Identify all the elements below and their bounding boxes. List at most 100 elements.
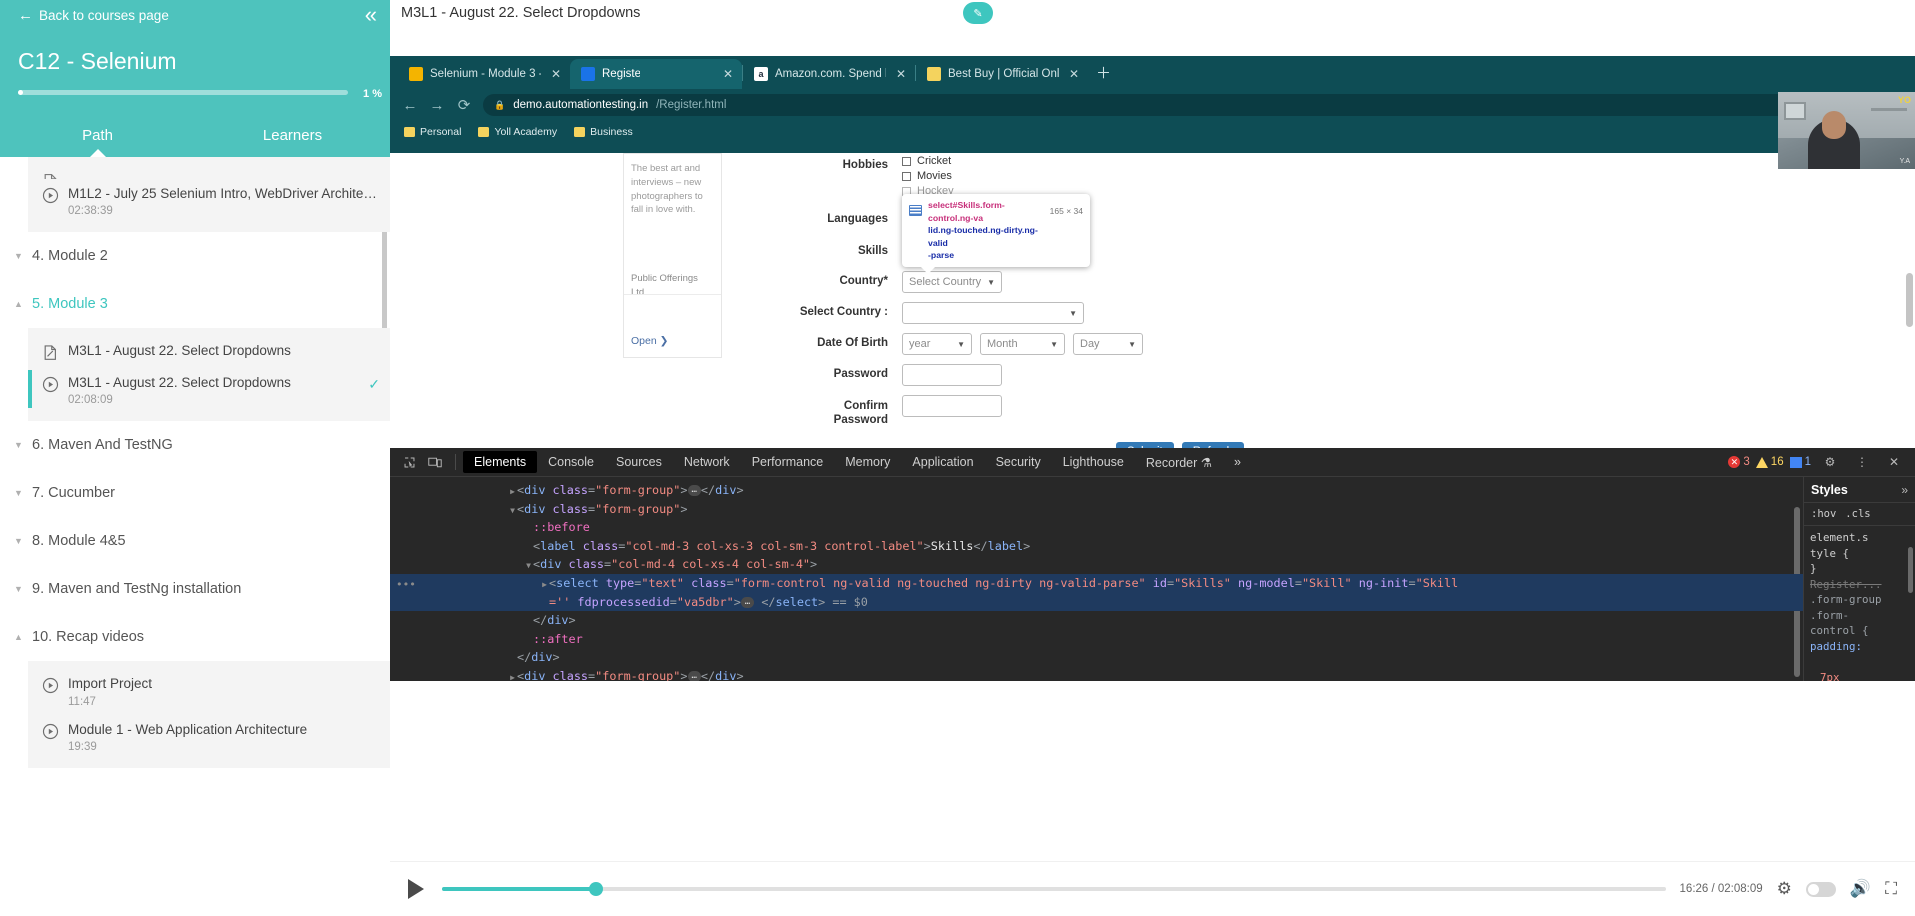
- sidebar-scroll-region[interactable]: M1L2 - July 25 Selenium Intro, WebDriver…: [0, 157, 390, 916]
- arrow-left-icon[interactable]: ←: [402, 97, 418, 114]
- inherited-rule-source[interactable]: Register...: [1810, 577, 1909, 593]
- tab-lighthouse[interactable]: Lighthouse: [1052, 451, 1135, 473]
- dom-node-line[interactable]: ▶ <div class="form-group">… </div>: [390, 481, 1803, 500]
- dom-node-line[interactable]: <label class="col-md-3 col-xs-3 col-sm-3…: [390, 537, 1803, 556]
- video-stage[interactable]: Selenium - Module 3 - Google Sl ✕ Regist…: [390, 28, 1915, 681]
- cls-toggle[interactable]: .cls: [1845, 508, 1870, 520]
- arrow-right-icon[interactable]: →: [429, 97, 445, 114]
- sidebar-module-module-3[interactable]: ▲ 5. Module 3: [0, 280, 390, 328]
- bookmark-personal[interactable]: Personal: [404, 126, 461, 138]
- sidebar-lesson-import-project[interactable]: Import Project 11:47: [28, 669, 390, 714]
- sidebar-lesson-web-app-architecture[interactable]: Module 1 - Web Application Architecture …: [28, 715, 390, 760]
- tab-sources[interactable]: Sources: [605, 451, 673, 473]
- status-badge-errors[interactable]: ✕ 3: [1728, 456, 1750, 468]
- sidebar-module-maven-testng-installation[interactable]: ▼ 9. Maven and TestNg installation: [0, 565, 390, 613]
- close-icon[interactable]: ✕: [723, 67, 733, 81]
- checkbox-icon[interactable]: [902, 171, 911, 181]
- checkbox-movies[interactable]: Movies: [902, 170, 1470, 182]
- sidebar-module-maven-and-testng[interactable]: ▼ 6. Maven And TestNG: [0, 421, 390, 469]
- element-style-rule[interactable]: element.s tyle {: [1810, 530, 1909, 561]
- toggle-icon[interactable]: [1805, 881, 1836, 897]
- chevrons-right-icon[interactable]: »: [1223, 451, 1252, 473]
- reload-icon[interactable]: ⟳: [456, 96, 472, 114]
- ad-open-link[interactable]: Open ❯: [631, 334, 668, 349]
- tab-memory[interactable]: Memory: [834, 451, 901, 473]
- dom-node-line[interactable]: ▼ <div class="col-md-4 col-xs-4 col-sm-4"…: [390, 555, 1803, 574]
- sidebar-module-recap-videos[interactable]: ▲ 10. Recap videos: [0, 613, 390, 661]
- dom-node-line[interactable]: ▶ <select type="text" class="form-control…: [390, 573, 1803, 593]
- dom-node-line[interactable]: </div>: [390, 648, 1803, 667]
- chevrons-left-icon[interactable]: «: [365, 4, 377, 26]
- padding-value[interactable]: 7px 12px;: [1810, 654, 1909, 682]
- dom-node-line[interactable]: </div>: [390, 611, 1803, 630]
- tab-recorder[interactable]: Recorder ⚗: [1135, 451, 1223, 474]
- seek-bar[interactable]: [442, 882, 1666, 896]
- page-scrollbar[interactable]: [1906, 273, 1913, 327]
- confirm-password-field[interactable]: [902, 395, 1002, 417]
- checkbox-cricket[interactable]: Cricket: [902, 155, 1470, 167]
- padding-declaration[interactable]: padding:: [1810, 639, 1909, 655]
- twisty-collapsed-icon[interactable]: ▶: [508, 669, 517, 681]
- close-icon[interactable]: ✕: [1881, 450, 1907, 474]
- browser-tab-amazon[interactable]: a Amazon.com. Spend less. Smile n ✕: [743, 59, 915, 89]
- dob-day-select[interactable]: Day ▼: [1073, 333, 1143, 355]
- dom-node-overflow-icon[interactable]: •••: [396, 576, 416, 595]
- country-select[interactable]: Select Country ▼: [902, 271, 1002, 293]
- webcam-overlay[interactable]: YO Y.A: [1778, 92, 1915, 169]
- tab-network[interactable]: Network: [673, 451, 741, 473]
- dom-node-line[interactable]: ▶ <div class="form-group">… </div>: [390, 667, 1803, 681]
- fullscreen-icon[interactable]: ⛶: [1885, 879, 1897, 899]
- sidebar-module-module-4-5[interactable]: ▼ 8. Module 4&5: [0, 517, 390, 565]
- inspect-element-icon[interactable]: [396, 450, 422, 474]
- sidebar-lesson-m3l1-video[interactable]: M3L1 - August 22. Select Dropdowns 02:08…: [28, 368, 390, 413]
- styles-scrollbar[interactable]: [1908, 547, 1913, 593]
- list-item[interactable]: M1L2 - July 25 Selenium Intro, WebDriver…: [28, 179, 390, 224]
- sidebar-module-module-2[interactable]: ▼ 4. Module 2: [0, 232, 390, 280]
- browser-tab-bestbuy[interactable]: Best Buy | Official Online Store | ✕: [916, 59, 1088, 89]
- gear-icon[interactable]: ⚙: [1777, 879, 1792, 899]
- chevrons-right-icon[interactable]: »: [1901, 483, 1908, 497]
- close-icon[interactable]: ✕: [896, 67, 906, 81]
- tab-path[interactable]: Path: [0, 127, 195, 157]
- seek-handle[interactable]: [589, 882, 604, 896]
- dom-node-line[interactable]: ▼ <div class="form-group">: [390, 500, 1803, 519]
- list-item[interactable]: [28, 165, 390, 179]
- close-icon[interactable]: ✕: [1069, 67, 1079, 81]
- hov-toggle[interactable]: :hov: [1811, 508, 1836, 520]
- status-badge-info[interactable]: 1: [1789, 456, 1811, 468]
- tab-learners[interactable]: Learners: [195, 127, 390, 157]
- browser-tab-register[interactable]: Register ✕: [570, 59, 742, 89]
- form-control-rule-selector[interactable]: .form-group .form- control {: [1810, 592, 1909, 639]
- address-bar[interactable]: 🔒 demo.automationtesting.in/Register.htm…: [483, 94, 1903, 116]
- bookmark-yoll-academy[interactable]: Yoll Academy: [478, 126, 557, 138]
- close-icon[interactable]: ✕: [551, 67, 561, 81]
- browser-tab-selenium-slides[interactable]: Selenium - Module 3 - Google Sl ✕: [398, 59, 570, 89]
- plus-icon[interactable]: ＋: [1088, 62, 1119, 89]
- select-country-dropdown[interactable]: ▼: [902, 302, 1084, 324]
- status-badge-warnings[interactable]: 16: [1755, 456, 1784, 468]
- sidebar-module-cucumber[interactable]: ▼ 7. Cucumber: [0, 469, 390, 517]
- dom-node-line[interactable]: ::after: [390, 630, 1803, 649]
- dom-node-line[interactable]: ='' fdprocessedid="va5dbr">… </select> =…: [390, 592, 1803, 612]
- tab-security[interactable]: Security: [985, 451, 1052, 473]
- password-field[interactable]: [902, 364, 1002, 386]
- tab-elements[interactable]: Elements: [463, 451, 538, 473]
- styles-pane[interactable]: Styles » :hov .cls element.s tyle { } Re…: [1803, 477, 1915, 681]
- dom-node-line[interactable]: ::before: [390, 518, 1803, 537]
- dob-month-select[interactable]: Month ▼: [980, 333, 1065, 355]
- volume-icon[interactable]: 🔊: [1850, 879, 1871, 899]
- device-toolbar-icon[interactable]: [422, 450, 448, 474]
- dom-tree-pane[interactable]: ▶ <div class="form-group">… </div> ▼ <div cl…: [390, 477, 1803, 681]
- back-to-courses-link[interactable]: ← Back to courses page: [18, 8, 169, 23]
- bookmark-business[interactable]: Business: [574, 126, 633, 138]
- more-vertical-icon[interactable]: ⋮: [1849, 450, 1875, 474]
- gear-icon[interactable]: ⚙: [1817, 450, 1843, 474]
- pencil-icon[interactable]: ✎: [963, 2, 993, 24]
- tab-application[interactable]: Application: [901, 451, 984, 473]
- dob-year-select[interactable]: year ▼: [902, 333, 972, 355]
- play-icon[interactable]: [408, 879, 424, 899]
- tab-performance[interactable]: Performance: [741, 451, 835, 473]
- sidebar-lesson-m3l1-pdf[interactable]: M3L1 - August 22. Select Dropdowns: [28, 336, 390, 368]
- checkbox-icon[interactable]: [902, 156, 911, 166]
- tab-console[interactable]: Console: [537, 451, 605, 473]
